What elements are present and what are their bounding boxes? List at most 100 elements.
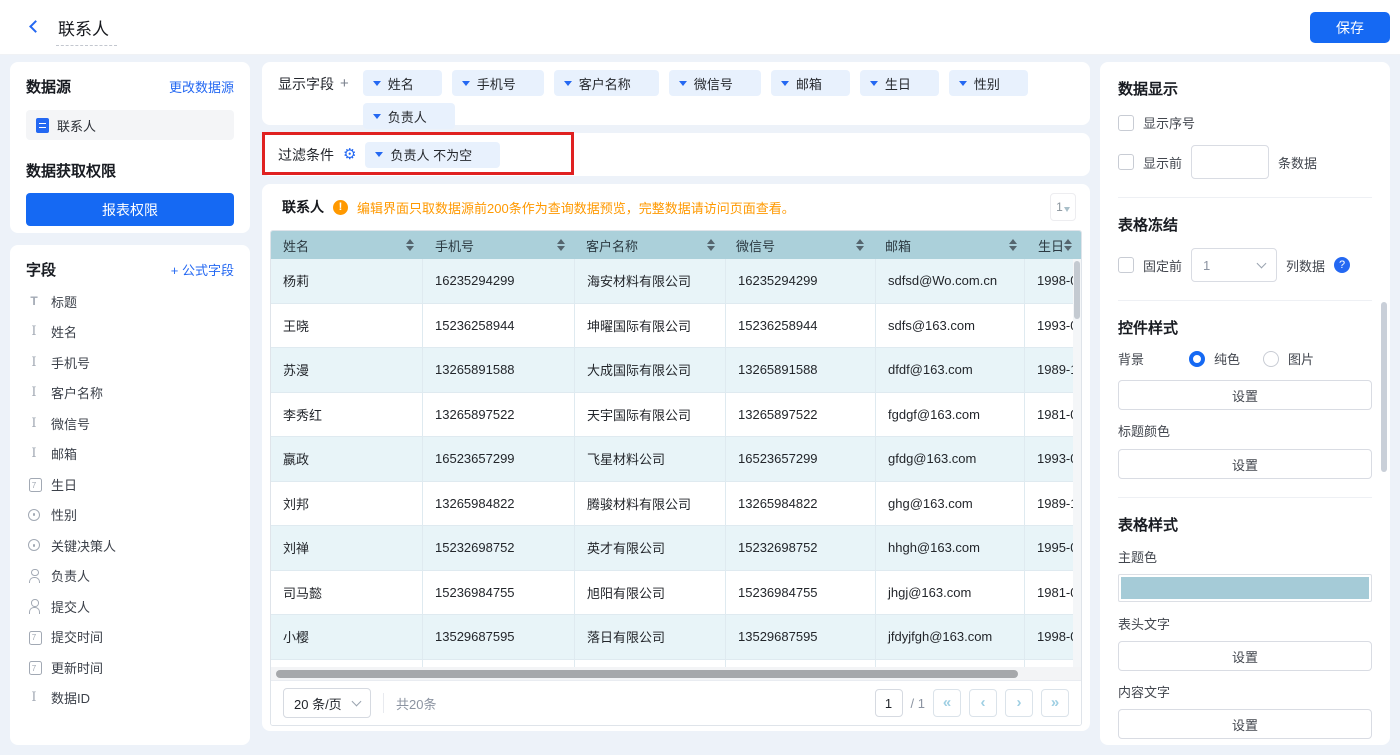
solid-color-radio[interactable] [1189, 350, 1205, 367]
column-header[interactable]: 邮箱 [873, 231, 1026, 259]
field-item[interactable]: 邮箱 [26, 439, 234, 470]
cell-wechat: 15232698752 [726, 526, 876, 571]
field-item[interactable]: 生日 [26, 469, 234, 500]
current-page-input[interactable]: 1 [874, 689, 903, 717]
column-header-label: 生日 [1037, 238, 1064, 254]
column-header-label: 客户名称 [586, 238, 639, 254]
vertical-scrollbar-thumb[interactable] [1074, 261, 1080, 319]
field-label: 手机号 [51, 355, 91, 371]
table-cell [876, 659, 1025, 667]
sort-icon[interactable] [1064, 238, 1072, 252]
cell-company: 天宇国际有限公司 [575, 392, 726, 437]
field-item[interactable]: 微信号 [26, 408, 234, 439]
field-item[interactable]: 数据ID [26, 683, 234, 714]
column-header[interactable]: 客户名称 [574, 231, 724, 259]
cell-company: 旭阳有限公司 [575, 570, 726, 615]
sort-icon[interactable] [856, 238, 864, 252]
caret-down-icon [958, 80, 967, 86]
field-item[interactable]: 姓名 [26, 317, 234, 348]
field-item[interactable]: 性别 [26, 500, 234, 531]
column-header[interactable]: 手机号 [423, 231, 574, 259]
add-formula-field-link[interactable]: + 公式字段 [171, 260, 234, 279]
sort-order-button[interactable]: 1 [1050, 193, 1076, 221]
last-page-button[interactable]: » [1041, 689, 1069, 717]
column-header[interactable]: 微信号 [724, 231, 873, 259]
field-item[interactable]: 关键决策人 [26, 530, 234, 561]
display-field-tag[interactable]: 手机号 [451, 70, 544, 96]
freeze-count-select[interactable]: 1 [1191, 248, 1278, 282]
freeze-prefix: 固定前 [1143, 258, 1183, 274]
show-top-checkbox[interactable] [1118, 154, 1134, 170]
display-field-tag[interactable]: 邮箱 [770, 70, 850, 96]
content-text-set-button[interactable]: 设置 [1118, 709, 1372, 739]
filter-condition-label: 负责人 不为空 [390, 148, 473, 163]
table-head: 联系人 ! 编辑界面只取数据源前200条作为查询数据预览，完整数据请访问页面查看… [262, 184, 1090, 230]
caret-down-icon [461, 80, 470, 86]
title-color-set-button[interactable]: 设置 [1118, 449, 1372, 479]
show-index-checkbox[interactable] [1118, 114, 1134, 131]
sort-icon[interactable] [707, 238, 715, 252]
chevron-down-icon [351, 696, 362, 706]
report-permission-button[interactable]: 报表权限 [26, 193, 234, 226]
display-field-tag[interactable]: 性别 [948, 70, 1028, 96]
datasource-item[interactable]: 联系人 [26, 110, 234, 140]
display-field-tag[interactable]: 客户名称 [553, 70, 659, 96]
sort-icon[interactable] [557, 238, 565, 252]
horizontal-scrollbar-thumb[interactable] [276, 669, 1018, 678]
next-page-button[interactable]: › [1005, 689, 1033, 717]
field-item[interactable]: 负责人 [26, 561, 234, 592]
field-item[interactable]: 提交时间 [26, 622, 234, 653]
gear-icon[interactable]: ⚙ [343, 147, 356, 162]
settings-panel: 数据显示 显示序号 显示前 条数据 表格冻结 固定前 1 列数据 ? 控件样式 [1100, 62, 1390, 745]
freeze-checkbox[interactable] [1118, 257, 1134, 273]
table-style-title: 表格样式 [1118, 517, 1179, 534]
freeze-count-value: 1 [1203, 257, 1211, 273]
display-field-tag[interactable]: 微信号 [668, 70, 761, 96]
vertical-scrollbar[interactable] [1073, 259, 1081, 667]
field-item[interactable]: 手机号 [26, 347, 234, 378]
field-label: 更新时间 [51, 660, 104, 676]
save-button[interactable]: 保存 [1310, 12, 1390, 43]
theme-color-picker[interactable] [1118, 574, 1372, 602]
filter-condition-tag[interactable]: 负责人 不为空 [365, 141, 501, 168]
display-field-tag[interactable]: 负责人 [362, 103, 455, 129]
column-header[interactable]: 生日 [1026, 231, 1081, 259]
field-list: 标题 姓名 手机号 客户名称 微 [26, 286, 234, 713]
change-datasource-link[interactable]: 更改数据源 [169, 77, 234, 96]
prev-page-button[interactable]: ‹ [969, 689, 997, 717]
horizontal-scrollbar[interactable] [271, 667, 1081, 680]
display-field-tag[interactable]: 姓名 [362, 70, 442, 96]
header-text-set-button[interactable]: 设置 [1118, 641, 1372, 671]
display-field-tag[interactable]: 生日 [859, 70, 939, 96]
page-title[interactable]: 联系人 [56, 15, 117, 46]
column-header[interactable]: 姓名 [271, 231, 423, 259]
add-display-field-icon[interactable]: + [340, 70, 349, 117]
field-item[interactable]: 标题 [26, 286, 234, 317]
show-top-input[interactable] [1191, 145, 1270, 179]
radio-icon [26, 537, 42, 553]
column-header-label: 邮箱 [885, 238, 912, 254]
help-icon[interactable]: ? [1334, 257, 1351, 273]
table-row: 李秀红 13265897522 天宇国际有限公司 13265897522 fgd… [271, 392, 1081, 437]
panel-scrollbar-thumb[interactable] [1381, 302, 1387, 472]
field-item[interactable]: 提交人 [26, 591, 234, 622]
caret-down-icon [372, 113, 381, 119]
background-set-button[interactable]: 设置 [1118, 380, 1372, 410]
panel-scrollbar[interactable] [1381, 62, 1387, 745]
sort-icon[interactable] [406, 238, 414, 252]
first-page-button[interactable]: « [933, 689, 961, 717]
field-item[interactable]: 更新时间 [26, 652, 234, 683]
sort-desc-icon [856, 246, 864, 252]
image-radio[interactable] [1263, 350, 1280, 367]
field-item[interactable]: 客户名称 [26, 378, 234, 409]
page-size-select[interactable]: 20 条/页 [283, 688, 371, 718]
back-button[interactable] [28, 20, 42, 35]
sort-desc-icon [557, 246, 565, 252]
table-cell [726, 659, 876, 667]
table-cell [271, 659, 423, 667]
cell-company: 飞星材料公司 [575, 437, 726, 482]
top-bar: 联系人 保存 [0, 0, 1400, 55]
sort-icon[interactable] [1008, 238, 1017, 252]
background-label: 背景 [1118, 352, 1145, 367]
sort-order-number: 1 [1056, 200, 1063, 214]
